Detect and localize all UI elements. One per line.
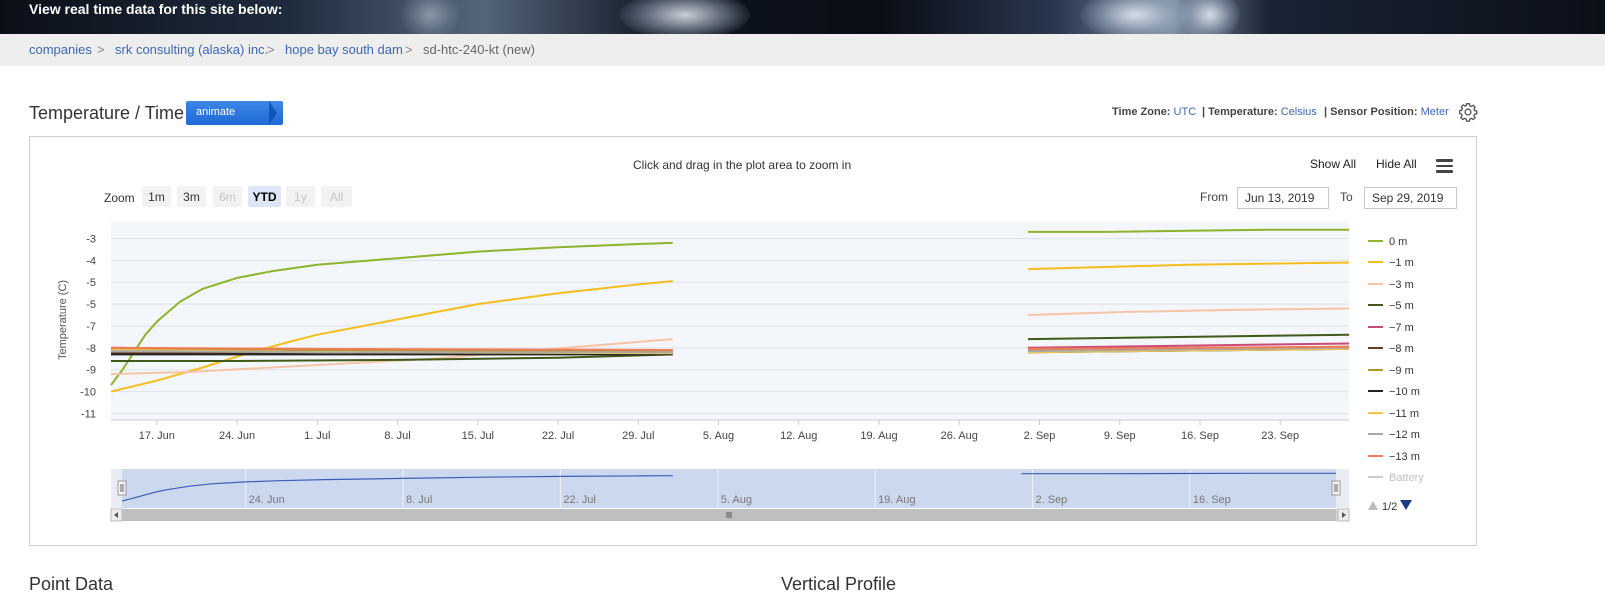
zoom-3m-button[interactable]: 3m bbox=[177, 186, 206, 207]
legend-item[interactable]: −11 m bbox=[1368, 408, 1419, 420]
legend-label: −7 m bbox=[1389, 322, 1414, 334]
legend-swatch bbox=[1368, 369, 1383, 372]
legend-label: Battery bbox=[1389, 472, 1424, 484]
legend-item[interactable]: −9 m bbox=[1368, 365, 1414, 377]
banner-text: View real time data for this site below: bbox=[29, 1, 283, 17]
legend-item[interactable]: −13 m bbox=[1368, 451, 1420, 463]
legend-swatch bbox=[1368, 283, 1383, 286]
legend-label: −12 m bbox=[1389, 429, 1420, 441]
legend-swatch bbox=[1368, 304, 1383, 307]
animate-button[interactable]: animate bbox=[186, 101, 283, 125]
legend-label: 0 m bbox=[1389, 236, 1408, 248]
arrow-right-icon bbox=[269, 101, 277, 125]
zoom-1m-button[interactable]: 1m bbox=[142, 186, 171, 207]
legend-item[interactable]: −7 m bbox=[1368, 322, 1414, 334]
to-date-input[interactable]: Sep 29, 2019 bbox=[1364, 187, 1457, 209]
legend-label: −13 m bbox=[1389, 451, 1420, 463]
legend-item[interactable]: −12 m bbox=[1368, 429, 1420, 441]
legend-item[interactable]: −1 m bbox=[1368, 257, 1414, 269]
vertical-profile-title: Vertical Profile bbox=[781, 574, 897, 594]
legend-swatch bbox=[1368, 476, 1383, 479]
zoom-hint: Click and drag in the plot area to zoom … bbox=[633, 158, 852, 172]
breadcrumb-companies[interactable]: companies bbox=[29, 42, 92, 57]
legend-item[interactable]: Battery bbox=[1368, 472, 1424, 484]
legend-swatch bbox=[1368, 412, 1383, 415]
timezone-value[interactable]: UTC bbox=[1174, 106, 1197, 118]
legend-label: −8 m bbox=[1389, 343, 1414, 355]
legend-swatch bbox=[1368, 390, 1383, 393]
temperature-label: | Temperature: bbox=[1202, 106, 1278, 118]
legend-swatch bbox=[1368, 240, 1383, 243]
zoom-6m-button[interactable]: 6m bbox=[213, 186, 242, 207]
from-date-input[interactable]: Jun 13, 2019 bbox=[1237, 187, 1329, 209]
arrow-up-icon[interactable] bbox=[1368, 501, 1378, 510]
legend-item[interactable]: −5 m bbox=[1368, 300, 1414, 312]
to-label: To bbox=[1340, 190, 1353, 204]
legend-swatch bbox=[1368, 433, 1383, 436]
legend-label: −10 m bbox=[1389, 386, 1420, 398]
zoom-1y-button[interactable]: 1y bbox=[286, 186, 315, 207]
breadcrumb: companies > srk consulting (alaska) inc.… bbox=[0, 34, 1605, 66]
zoom-all-button[interactable]: All bbox=[321, 186, 352, 207]
chart-section-title: Temperature / Time bbox=[29, 103, 185, 123]
timezone-label: Time Zone: bbox=[1112, 106, 1171, 118]
sensor-position-label: | Sensor Position: bbox=[1324, 106, 1418, 118]
zoom-ytd-button[interactable]: YTD bbox=[248, 186, 281, 207]
temperature-unit-value[interactable]: Celsius bbox=[1281, 106, 1317, 118]
hide-all-button[interactable]: Hide All bbox=[1376, 157, 1417, 171]
legend-swatch bbox=[1368, 347, 1383, 350]
sensor-position-setting: | Sensor Position: Meter bbox=[1324, 106, 1449, 118]
legend-label: −5 m bbox=[1389, 300, 1414, 312]
sensor-position-value[interactable]: Meter bbox=[1421, 106, 1449, 118]
breadcrumb-site[interactable]: hope bay south dam bbox=[285, 42, 403, 57]
legend-label: −1 m bbox=[1389, 257, 1414, 269]
legend-item[interactable]: −3 m bbox=[1368, 279, 1414, 291]
site-banner: View real time data for this site below: bbox=[0, 0, 1605, 34]
legend-item[interactable]: −10 m bbox=[1368, 386, 1420, 398]
breadcrumb-company[interactable]: srk consulting (alaska) inc. bbox=[115, 42, 268, 57]
legend-swatch bbox=[1368, 326, 1383, 329]
legend-swatch bbox=[1368, 261, 1383, 264]
timezone-setting: Time Zone: UTC bbox=[1112, 106, 1196, 118]
hamburger-icon[interactable] bbox=[1436, 159, 1453, 173]
legend-item[interactable]: −8 m bbox=[1368, 343, 1414, 355]
breadcrumb-current: sd-htc-240-kt (new) bbox=[423, 42, 535, 57]
point-data-title: Point Data bbox=[29, 574, 114, 594]
legend-swatch bbox=[1368, 455, 1383, 458]
zoom-label: Zoom bbox=[104, 191, 135, 205]
legend-pager: 1/2 bbox=[1368, 500, 1413, 513]
legend-label: −11 m bbox=[1389, 408, 1420, 420]
from-label: From bbox=[1200, 190, 1228, 204]
breadcrumb-separator: > bbox=[267, 42, 275, 57]
breadcrumb-separator: > bbox=[97, 42, 105, 57]
legend-label: −3 m bbox=[1389, 279, 1414, 291]
legend-item[interactable]: 0 m bbox=[1368, 236, 1407, 248]
show-all-button[interactable]: Show All bbox=[1310, 157, 1356, 171]
breadcrumb-separator: > bbox=[405, 42, 413, 57]
temperature-setting: | Temperature: Celsius bbox=[1202, 106, 1317, 118]
animate-button-label: animate bbox=[196, 106, 236, 118]
gear-icon[interactable] bbox=[1458, 102, 1478, 122]
legend-page: 1/2 bbox=[1382, 501, 1398, 513]
legend-label: −9 m bbox=[1389, 365, 1414, 377]
arrow-down-icon[interactable] bbox=[1400, 500, 1413, 510]
